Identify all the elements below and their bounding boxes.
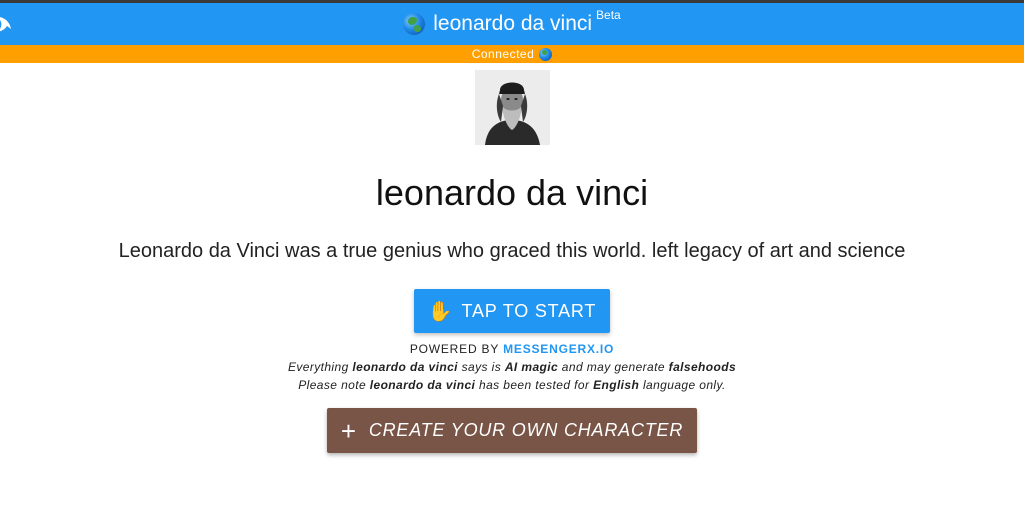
raised-hand-icon: ✋ [427,300,454,323]
note-character-name: leonardo da vinci [352,360,458,374]
connection-status-bar: Connected [0,45,1024,63]
tap-to-start-label: TAP TO START [461,300,597,321]
connection-status-text: Connected [471,47,535,61]
powered-by-line: POWERED BY MESSENGERX.IO [0,342,1024,356]
tap-to-start-button[interactable]: ✋ TAP TO START [414,289,610,333]
beta-badge: Beta [596,8,621,22]
language-disclaimer: Please note leonardo da vinci has been t… [0,378,1024,392]
dolphin-back-icon[interactable] [0,13,14,35]
note-text: language only. [639,378,726,392]
create-character-button[interactable]: + CREATE YOUR OWN CHARACTER [327,408,697,453]
character-avatar [475,70,550,145]
globe-icon [403,13,426,35]
globe-icon [539,47,553,61]
note-falsehoods: falsehoods [668,360,737,374]
plus-icon: + [340,415,357,446]
note-ai-magic: AI magic [504,360,559,374]
create-character-label: CREATE YOUR OWN CHARACTER [368,420,684,440]
note-language: English [593,378,640,392]
messengerx-link[interactable]: MESSENGERX.IO [503,342,614,356]
note-text: says is [457,360,505,374]
note-character-name: leonardo da vinci [369,378,476,392]
portrait-avatar [475,70,550,145]
character-description: Leonardo da Vinci was a true genius who … [118,240,906,262]
ai-disclaimer: Everything leonardo da vinci says is AI … [0,360,1024,374]
note-text: and may generate [558,360,669,374]
powered-by-prefix: POWERED BY [409,342,499,356]
app-title-text: leonardo da vinci [433,12,593,35]
character-name-heading: leonardo da vinci [375,172,649,213]
app-title: leonardo da vinci Beta [403,8,621,37]
note-text: Please note [298,378,370,392]
note-text: Everything [287,360,353,374]
note-text: has been tested for [475,378,594,392]
app-bar: leonardo da vinci Beta [0,3,1024,45]
